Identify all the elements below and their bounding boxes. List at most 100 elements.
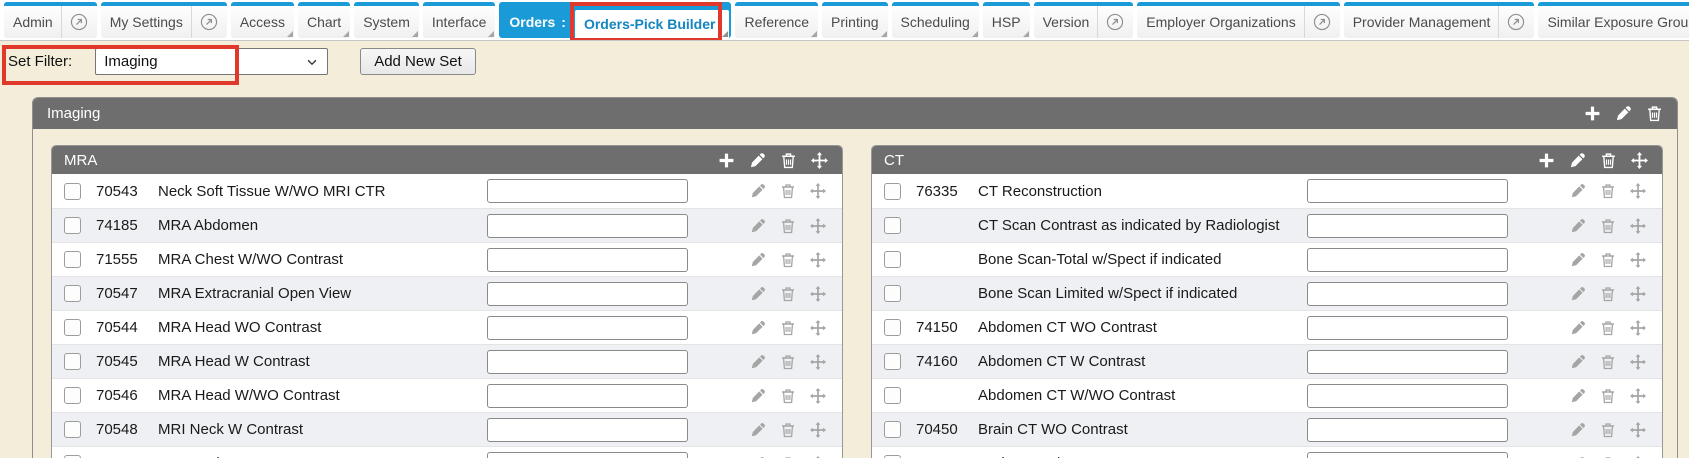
row-edit-button[interactable] — [1570, 183, 1586, 199]
row-delete-button[interactable] — [1600, 218, 1616, 234]
row-move-button[interactable] — [1630, 252, 1646, 268]
row-move-button[interactable] — [810, 218, 826, 234]
row-delete-button[interactable] — [1600, 286, 1616, 302]
open-in-new-window-button[interactable] — [1097, 6, 1124, 38]
order-note-input[interactable] — [487, 282, 688, 306]
category-delete-set-button[interactable] — [780, 152, 797, 169]
imaging-delete-set-button[interactable] — [1646, 105, 1663, 122]
row-edit-button[interactable] — [1570, 218, 1586, 234]
order-note-input[interactable] — [1307, 384, 1508, 408]
row-delete-button[interactable] — [780, 422, 796, 438]
tab-provider-management[interactable]: Provider Management — [1344, 2, 1535, 38]
open-in-new-window-button[interactable] — [61, 6, 88, 38]
order-note-input[interactable] — [1307, 350, 1508, 374]
row-move-button[interactable] — [1630, 388, 1646, 404]
category-edit-set-button[interactable] — [749, 152, 766, 169]
tab-orders[interactable]: Orders:Orders-Pick Builder — [499, 2, 731, 38]
category-delete-set-button[interactable] — [1600, 152, 1617, 169]
row-edit-button[interactable] — [750, 422, 766, 438]
category-add-set-button[interactable] — [1538, 152, 1555, 169]
row-delete-button[interactable] — [780, 354, 796, 370]
category-move-set-button[interactable] — [811, 152, 828, 169]
row-move-button[interactable] — [1630, 218, 1646, 234]
order-note-input[interactable] — [1307, 316, 1508, 340]
order-checkbox[interactable] — [64, 319, 81, 336]
order-checkbox[interactable] — [884, 319, 901, 336]
row-edit-button[interactable] — [750, 218, 766, 234]
order-checkbox[interactable] — [884, 251, 901, 268]
row-edit-button[interactable] — [1570, 388, 1586, 404]
order-checkbox[interactable] — [64, 217, 81, 234]
order-note-input[interactable] — [1307, 452, 1508, 458]
order-checkbox[interactable] — [64, 421, 81, 438]
row-move-button[interactable] — [1630, 422, 1646, 438]
row-move-button[interactable] — [810, 354, 826, 370]
tab-employer-organizations[interactable]: Employer Organizations — [1137, 2, 1339, 38]
row-edit-button[interactable] — [750, 354, 766, 370]
order-note-input[interactable] — [487, 316, 688, 340]
row-move-button[interactable] — [810, 252, 826, 268]
order-note-input[interactable] — [487, 179, 688, 203]
order-note-input[interactable] — [1307, 248, 1508, 272]
category-edit-set-button[interactable] — [1569, 152, 1586, 169]
order-note-input[interactable] — [487, 214, 688, 238]
tab-hsp[interactable]: HSP — [983, 2, 1030, 38]
row-move-button[interactable] — [810, 183, 826, 199]
row-delete-button[interactable] — [780, 252, 796, 268]
row-edit-button[interactable] — [750, 183, 766, 199]
tab-interface[interactable]: Interface — [423, 2, 495, 38]
row-move-button[interactable] — [810, 422, 826, 438]
row-delete-button[interactable] — [1600, 183, 1616, 199]
tab-version[interactable]: Version — [1034, 2, 1134, 38]
order-checkbox[interactable] — [884, 285, 901, 302]
order-note-input[interactable] — [1307, 179, 1508, 203]
row-move-button[interactable] — [1630, 354, 1646, 370]
order-note-input[interactable] — [487, 418, 688, 442]
row-edit-button[interactable] — [750, 286, 766, 302]
row-edit-button[interactable] — [1570, 354, 1586, 370]
row-edit-button[interactable] — [1570, 422, 1586, 438]
order-checkbox[interactable] — [884, 217, 901, 234]
order-note-input[interactable] — [1307, 214, 1508, 238]
tab-scheduling[interactable]: Scheduling — [892, 2, 979, 38]
order-checkbox[interactable] — [64, 387, 81, 404]
row-delete-button[interactable] — [1600, 388, 1616, 404]
order-checkbox[interactable] — [64, 183, 81, 200]
row-delete-button[interactable] — [1600, 422, 1616, 438]
add-new-set-button[interactable]: Add New Set — [360, 48, 476, 75]
row-edit-button[interactable] — [750, 320, 766, 336]
tab-chart[interactable]: Chart — [298, 2, 350, 38]
order-note-input[interactable] — [1307, 418, 1508, 442]
row-move-button[interactable] — [1630, 286, 1646, 302]
row-delete-button[interactable] — [1600, 320, 1616, 336]
open-in-new-window-button[interactable] — [1304, 6, 1331, 38]
row-delete-button[interactable] — [780, 388, 796, 404]
row-edit-button[interactable] — [750, 388, 766, 404]
open-in-new-window-button[interactable] — [191, 6, 218, 38]
row-delete-button[interactable] — [780, 218, 796, 234]
row-delete-button[interactable] — [780, 320, 796, 336]
row-delete-button[interactable] — [1600, 354, 1616, 370]
tab-reference[interactable]: Reference — [735, 2, 818, 38]
category-add-set-button[interactable] — [718, 152, 735, 169]
order-checkbox[interactable] — [64, 251, 81, 268]
row-delete-button[interactable] — [780, 286, 796, 302]
order-checkbox[interactable] — [884, 183, 901, 200]
open-in-new-window-button[interactable] — [1498, 6, 1525, 38]
tab-access[interactable]: Access — [231, 2, 294, 38]
row-move-button[interactable] — [1630, 183, 1646, 199]
tab-similar-exposure-groups-segs[interactable]: Similar Exposure Groups (SEGs) — [1538, 2, 1689, 38]
order-note-input[interactable] — [1307, 282, 1508, 306]
imaging-edit-set-button[interactable] — [1615, 105, 1632, 122]
row-edit-button[interactable] — [1570, 320, 1586, 336]
row-move-button[interactable] — [810, 286, 826, 302]
category-move-set-button[interactable] — [1631, 152, 1648, 169]
order-note-input[interactable] — [487, 350, 688, 374]
order-note-input[interactable] — [487, 452, 688, 458]
row-move-button[interactable] — [810, 388, 826, 404]
order-note-input[interactable] — [487, 384, 688, 408]
order-checkbox[interactable] — [884, 387, 901, 404]
row-move-button[interactable] — [810, 320, 826, 336]
order-note-input[interactable] — [487, 248, 688, 272]
tab-my-settings[interactable]: My Settings — [101, 2, 227, 38]
